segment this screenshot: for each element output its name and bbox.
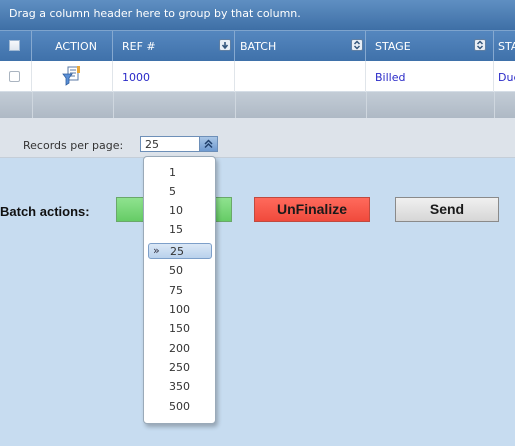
sort-toggle-icon[interactable] xyxy=(474,39,486,51)
dropdown-option-selected[interactable]: » 25 xyxy=(148,243,212,259)
dropdown-option[interactable]: 5 xyxy=(144,184,215,200)
stage-cell: Billed xyxy=(366,61,494,92)
dropdown-option[interactable]: 75 xyxy=(144,283,215,299)
column-header-action-label: ACTION xyxy=(55,40,97,53)
select-all-checkbox[interactable] xyxy=(9,40,20,51)
grid-header: ACTION REF # BATCH STAGE STA xyxy=(0,30,515,61)
dropdown-option[interactable]: 100 xyxy=(144,302,215,318)
dropdown-option-selected-label: 25 xyxy=(170,245,184,258)
sort-down-icon[interactable] xyxy=(219,39,231,51)
column-header-action[interactable]: ACTION xyxy=(32,31,113,61)
batch-actions-label: Batch actions: xyxy=(0,204,90,219)
send-button[interactable]: Send xyxy=(395,197,499,222)
records-per-page-select[interactable]: 25 xyxy=(140,136,218,152)
pager: Records per page: 25 xyxy=(0,118,515,158)
column-header-batch[interactable]: BATCH xyxy=(235,31,366,61)
group-by-hint: Drag a column header here to group by th… xyxy=(9,7,301,20)
double-chevron-up-icon[interactable] xyxy=(199,137,217,151)
row-checkbox[interactable] xyxy=(9,71,20,82)
records-per-page-value: 25 xyxy=(145,138,159,151)
ref-value[interactable]: 1000 xyxy=(122,71,150,84)
status-value: Due xyxy=(498,71,515,84)
column-header-stage[interactable]: STAGE xyxy=(366,31,494,61)
table-row[interactable]: 1000 Billed Due xyxy=(0,61,515,92)
batch-cell xyxy=(235,61,366,92)
empty-row xyxy=(0,92,515,118)
column-divider xyxy=(366,92,367,118)
header-select-all-cell xyxy=(0,31,32,61)
dropdown-option[interactable]: 200 xyxy=(144,341,215,357)
column-header-status-label: STA xyxy=(498,40,515,53)
column-header-ref-label: REF # xyxy=(122,40,156,53)
column-header-status[interactable]: STA xyxy=(494,31,515,61)
dropdown-option[interactable]: 50 xyxy=(144,263,215,279)
dropdown-option[interactable]: 150 xyxy=(144,321,215,337)
dropdown-option[interactable]: 500 xyxy=(144,399,215,415)
column-header-batch-label: BATCH xyxy=(240,40,277,53)
status-cell: Due xyxy=(494,61,515,92)
row-select-cell xyxy=(0,61,32,92)
dropdown-option[interactable]: 10 xyxy=(144,203,215,219)
column-divider xyxy=(494,92,495,118)
column-header-stage-label: STAGE xyxy=(375,40,411,53)
double-chevron-right-icon: » xyxy=(153,244,160,257)
records-per-page-label: Records per page: xyxy=(23,139,124,152)
column-divider xyxy=(113,92,114,118)
column-divider xyxy=(235,92,236,118)
group-by-bar[interactable]: Drag a column header here to group by th… xyxy=(0,0,515,30)
dropdown-option[interactable]: 15 xyxy=(144,222,215,238)
dropdown-option[interactable]: 1 xyxy=(144,165,215,181)
ref-cell[interactable]: 1000 xyxy=(113,61,235,92)
unfinalize-button[interactable]: UnFinalize xyxy=(254,197,370,222)
dropdown-option[interactable]: 350 xyxy=(144,379,215,395)
stage-value: Billed xyxy=(375,71,406,84)
records-per-page-dropdown: 1 5 10 15 » 25 50 75 100 150 200 250 350… xyxy=(143,156,216,424)
column-header-ref[interactable]: REF # xyxy=(113,31,235,61)
sort-toggle-icon[interactable] xyxy=(351,39,363,51)
dropdown-option[interactable]: 250 xyxy=(144,360,215,376)
action-cell xyxy=(32,61,113,92)
filter-edit-icon[interactable] xyxy=(61,65,83,90)
column-divider xyxy=(32,92,33,118)
